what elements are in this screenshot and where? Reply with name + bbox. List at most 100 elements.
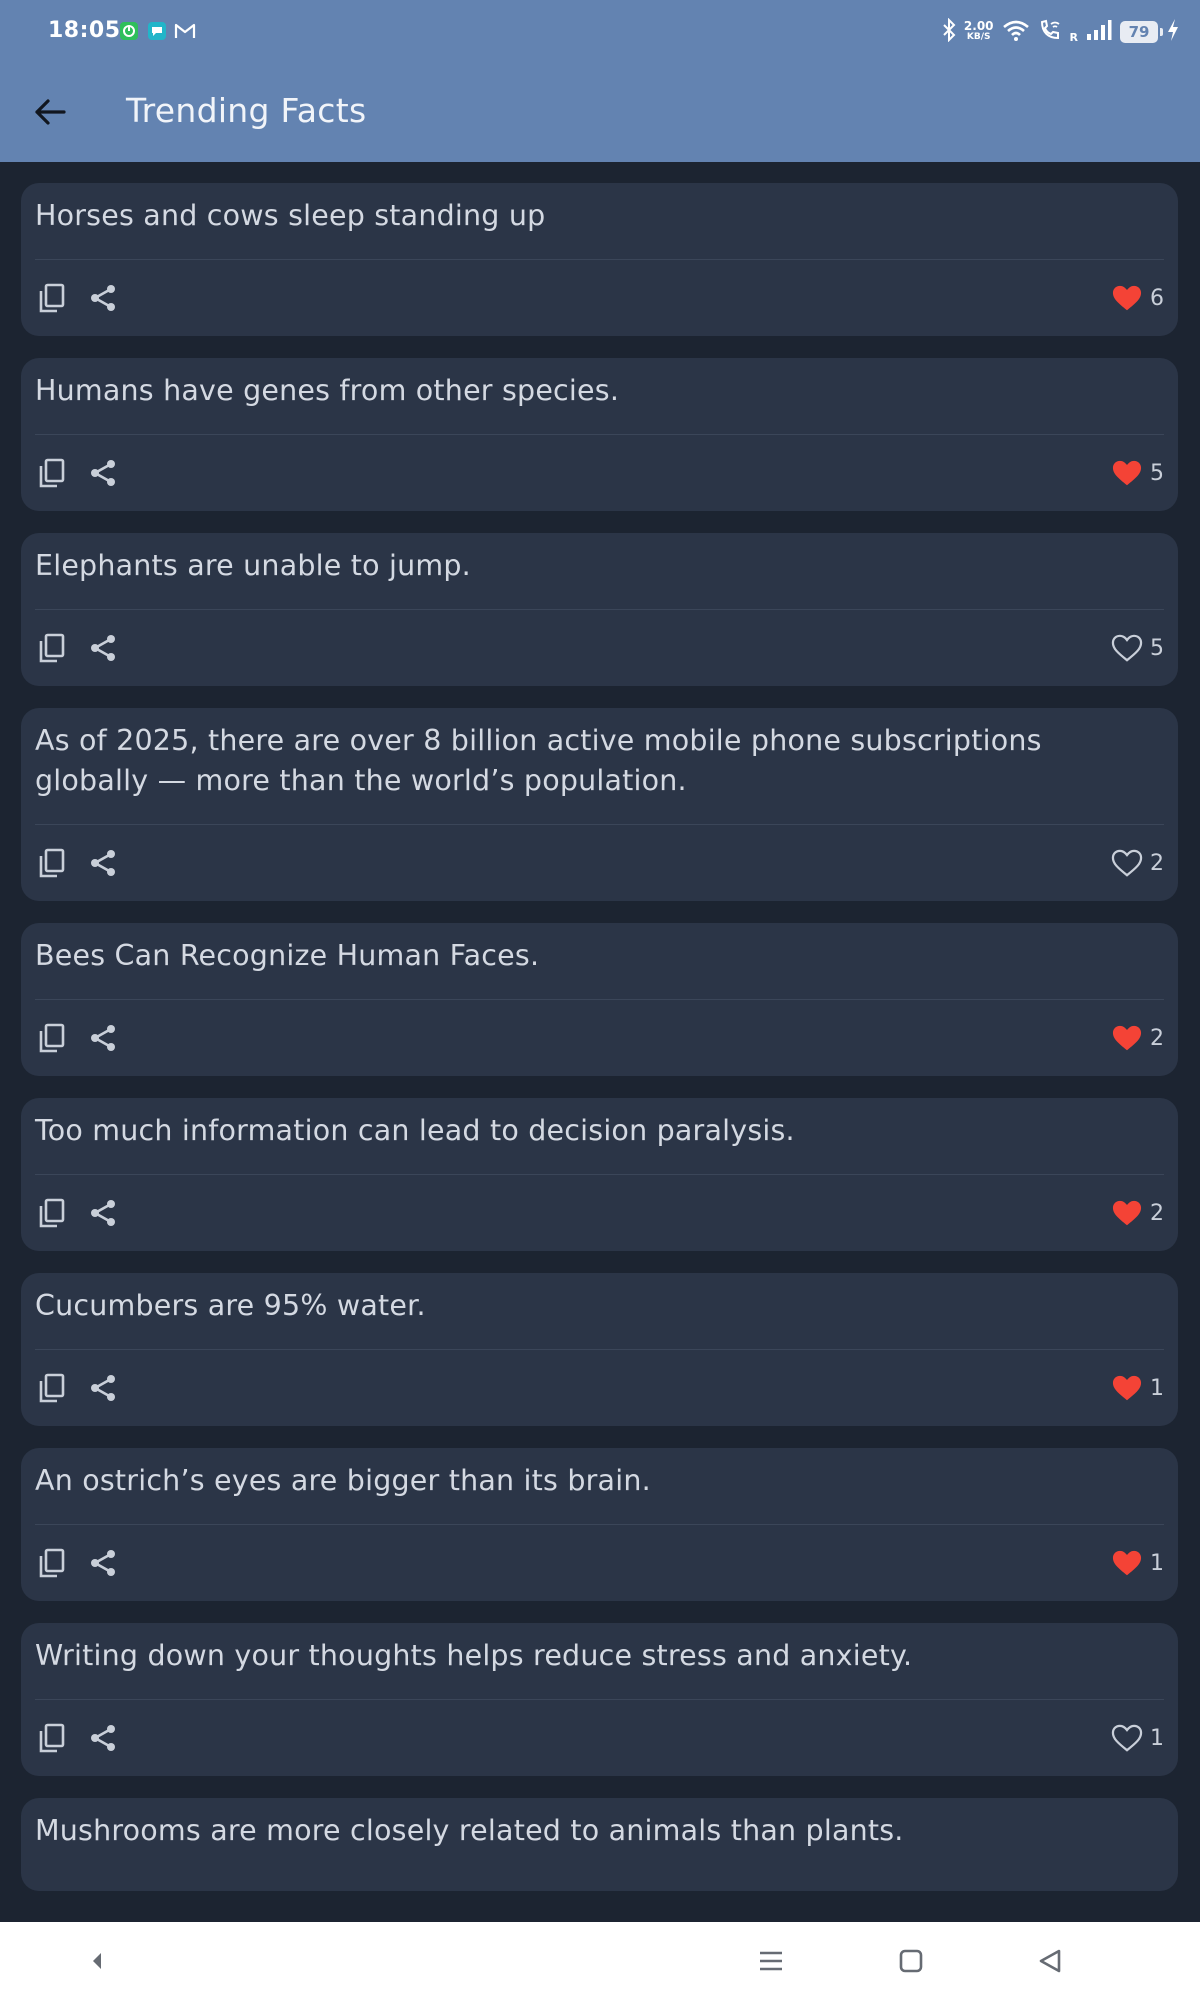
app-screen: 18:05 2.00 KB/S R 79 Trending Facts Hors… [0, 0, 1200, 2000]
heart-filled-icon[interactable] [1110, 1546, 1144, 1580]
heart-outline-icon[interactable] [1110, 631, 1144, 665]
heart-outline-icon[interactable] [1110, 846, 1144, 880]
card-actions: 1 [21, 1710, 1178, 1766]
back-icon [1039, 1949, 1061, 1973]
signal-strength-icon [1086, 19, 1112, 45]
network-speed: 2.00 KB/S [964, 20, 994, 43]
like-count: 5 [1150, 460, 1164, 486]
charging-icon [1166, 18, 1180, 46]
like-count: 2 [1150, 1025, 1164, 1051]
fact-card[interactable]: Horses and cows sleep standing up 6 [21, 183, 1178, 336]
fact-card[interactable]: As of 2025, there are over 8 billion act… [21, 708, 1178, 901]
card-actions: 5 [21, 620, 1178, 676]
share-icon[interactable] [87, 282, 119, 314]
share-icon[interactable] [87, 1022, 119, 1054]
share-icon[interactable] [87, 847, 119, 879]
copy-icon[interactable] [35, 1197, 67, 1229]
copy-icon[interactable] [35, 1722, 67, 1754]
like-count: 5 [1150, 635, 1164, 661]
card-divider [35, 434, 1164, 435]
share-icon[interactable] [87, 1547, 119, 1579]
status-indicators: 2.00 KB/S R 79 [942, 16, 1180, 48]
fact-card[interactable]: An ostrich’s eyes are bigger than its br… [21, 1448, 1178, 1601]
card-divider [35, 1174, 1164, 1175]
card-actions: 1 [21, 1535, 1178, 1591]
like-count: 2 [1150, 850, 1164, 876]
status-bar: 18:05 2.00 KB/S R 79 [0, 0, 1200, 64]
heart-outline-icon[interactable] [1110, 1721, 1144, 1755]
fact-text: As of 2025, there are over 8 billion act… [35, 724, 1042, 797]
system-back-button[interactable] [1031, 1941, 1071, 1981]
fact-card[interactable]: Bees Can Recognize Human Faces. 2 [21, 923, 1178, 1076]
heart-filled-icon[interactable] [1110, 1371, 1144, 1405]
recent-apps-button[interactable] [751, 1941, 791, 1981]
fact-card[interactable]: Mushrooms are more closely related to an… [21, 1798, 1178, 1891]
like-count: 1 [1150, 1550, 1164, 1576]
share-icon[interactable] [87, 457, 119, 489]
battery-level: 79 [1128, 23, 1150, 41]
fact-card[interactable]: Cucumbers are 95% water. 1 [21, 1273, 1178, 1426]
heart-filled-icon[interactable] [1110, 1021, 1144, 1055]
card-actions: 1 [21, 1360, 1178, 1416]
wifi-calling-icon [1038, 18, 1062, 46]
share-icon[interactable] [87, 1197, 119, 1229]
collapse-nav-button[interactable] [77, 1941, 117, 1981]
share-icon[interactable] [87, 632, 119, 664]
recent-apps-icon [760, 1951, 782, 1971]
fact-text: Horses and cows sleep standing up [35, 199, 546, 232]
like-group: 2 [1110, 1196, 1164, 1230]
collapse-icon [93, 1953, 101, 1969]
notification-icons [118, 20, 196, 42]
like-count: 6 [1150, 285, 1164, 311]
home-button[interactable] [891, 1941, 931, 1981]
back-button[interactable] [22, 84, 78, 140]
copy-icon[interactable] [35, 1372, 67, 1404]
like-count: 1 [1150, 1375, 1164, 1401]
heart-filled-icon[interactable] [1110, 281, 1144, 315]
home-icon [899, 1949, 923, 1973]
fact-card[interactable]: Elephants are unable to jump. 5 [21, 533, 1178, 686]
fact-card[interactable]: Too much information can lead to decisio… [21, 1098, 1178, 1251]
system-nav-bar [0, 1922, 1200, 2000]
copy-icon[interactable] [35, 847, 67, 879]
like-group: 1 [1110, 1546, 1164, 1580]
heart-filled-icon[interactable] [1110, 1196, 1144, 1230]
like-group: 6 [1110, 281, 1164, 315]
copy-icon[interactable] [35, 457, 67, 489]
card-divider [35, 1349, 1164, 1350]
app-notification-icon [118, 20, 140, 42]
copy-icon[interactable] [35, 632, 67, 664]
bluetooth-icon [942, 17, 956, 46]
like-group: 1 [1110, 1371, 1164, 1405]
header: 18:05 2.00 KB/S R 79 Trending Facts [0, 0, 1200, 162]
fact-text: Humans have genes from other species. [35, 374, 620, 407]
card-divider [35, 999, 1164, 1000]
like-count: 2 [1150, 1200, 1164, 1226]
card-actions: 6 [21, 270, 1178, 326]
card-actions: 2 [21, 1010, 1178, 1066]
like-group: 1 [1110, 1721, 1164, 1755]
fact-card[interactable]: Writing down your thoughts helps reduce … [21, 1623, 1178, 1776]
fact-card[interactable]: Humans have genes from other species. 5 [21, 358, 1178, 511]
fact-list[interactable]: Horses and cows sleep standing up 6 Humans… [0, 162, 1200, 1922]
card-actions: 2 [21, 1185, 1178, 1241]
heart-filled-icon[interactable] [1110, 456, 1144, 490]
fact-text: Mushrooms are more closely related to an… [35, 1814, 904, 1847]
fact-text: An ostrich’s eyes are bigger than its br… [35, 1464, 651, 1497]
copy-icon[interactable] [35, 282, 67, 314]
arrow-left-icon [35, 99, 66, 125]
like-group: 2 [1110, 1021, 1164, 1055]
card-divider [35, 824, 1164, 825]
like-count: 1 [1150, 1725, 1164, 1751]
roaming-indicator: R [1069, 30, 1078, 44]
fact-text: Cucumbers are 95% water. [35, 1289, 426, 1322]
share-icon[interactable] [87, 1372, 119, 1404]
gmail-icon [174, 20, 196, 42]
copy-icon[interactable] [35, 1547, 67, 1579]
page-title: Trending Facts [126, 91, 367, 130]
copy-icon[interactable] [35, 1022, 67, 1054]
share-icon[interactable] [87, 1722, 119, 1754]
fact-text: Bees Can Recognize Human Faces. [35, 939, 540, 972]
fact-text: Writing down your thoughts helps reduce … [35, 1639, 913, 1672]
card-divider [35, 259, 1164, 260]
